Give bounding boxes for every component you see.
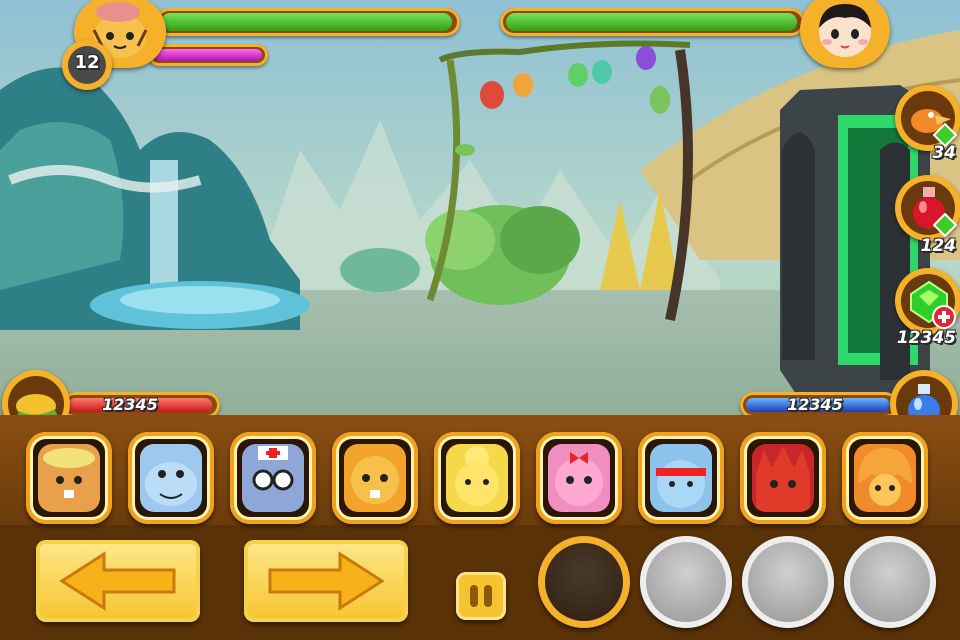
- character-slot-5[interactable]: [434, 432, 520, 524]
- player-health-bar: [155, 8, 460, 36]
- skill-button-1[interactable]: [538, 536, 630, 628]
- move-right-button[interactable]: [244, 540, 408, 622]
- player-level-text: 12: [74, 52, 100, 73]
- character-slot-8[interactable]: [740, 432, 826, 524]
- skill-button-2[interactable]: [640, 536, 732, 628]
- move-left-button[interactable]: [36, 540, 200, 622]
- gem-item-button[interactable]: [895, 268, 960, 334]
- enemy-health-bar: [500, 8, 805, 36]
- left-arrow-icon: [59, 551, 176, 611]
- right-arrow-icon: [268, 551, 385, 611]
- gem-badge-icon-2: [933, 213, 957, 237]
- skill-button-4[interactable]: [844, 536, 936, 628]
- character-slot-7[interactable]: [638, 432, 724, 524]
- character-slot-3[interactable]: [230, 432, 316, 524]
- character-slot-1[interactable]: [26, 432, 112, 524]
- potion-count: 124: [920, 236, 957, 256]
- skill-button-3[interactable]: [742, 536, 834, 628]
- pause-button[interactable]: [456, 572, 506, 620]
- enemy-portrait[interactable]: [800, 0, 890, 68]
- bird-count: 34: [932, 143, 956, 163]
- potion-item-button[interactable]: [895, 175, 960, 241]
- game-scene: 12 34 124 12345 12345 12345: [0, 0, 960, 640]
- food-value: 12345: [102, 395, 158, 414]
- bird-item-button[interactable]: [895, 85, 960, 151]
- water-value: 12345: [787, 395, 843, 414]
- character-slot-4[interactable]: [332, 432, 418, 524]
- plus-icon[interactable]: [931, 304, 957, 330]
- pause-icon: [470, 585, 492, 607]
- character-slot-2[interactable]: [128, 432, 214, 524]
- gem-count: 12345: [896, 328, 956, 348]
- character-slot-9[interactable]: [842, 432, 928, 524]
- player-mana-bar: [148, 44, 268, 66]
- player-level-badge: 12: [62, 40, 112, 90]
- character-slot-6[interactable]: [536, 432, 622, 524]
